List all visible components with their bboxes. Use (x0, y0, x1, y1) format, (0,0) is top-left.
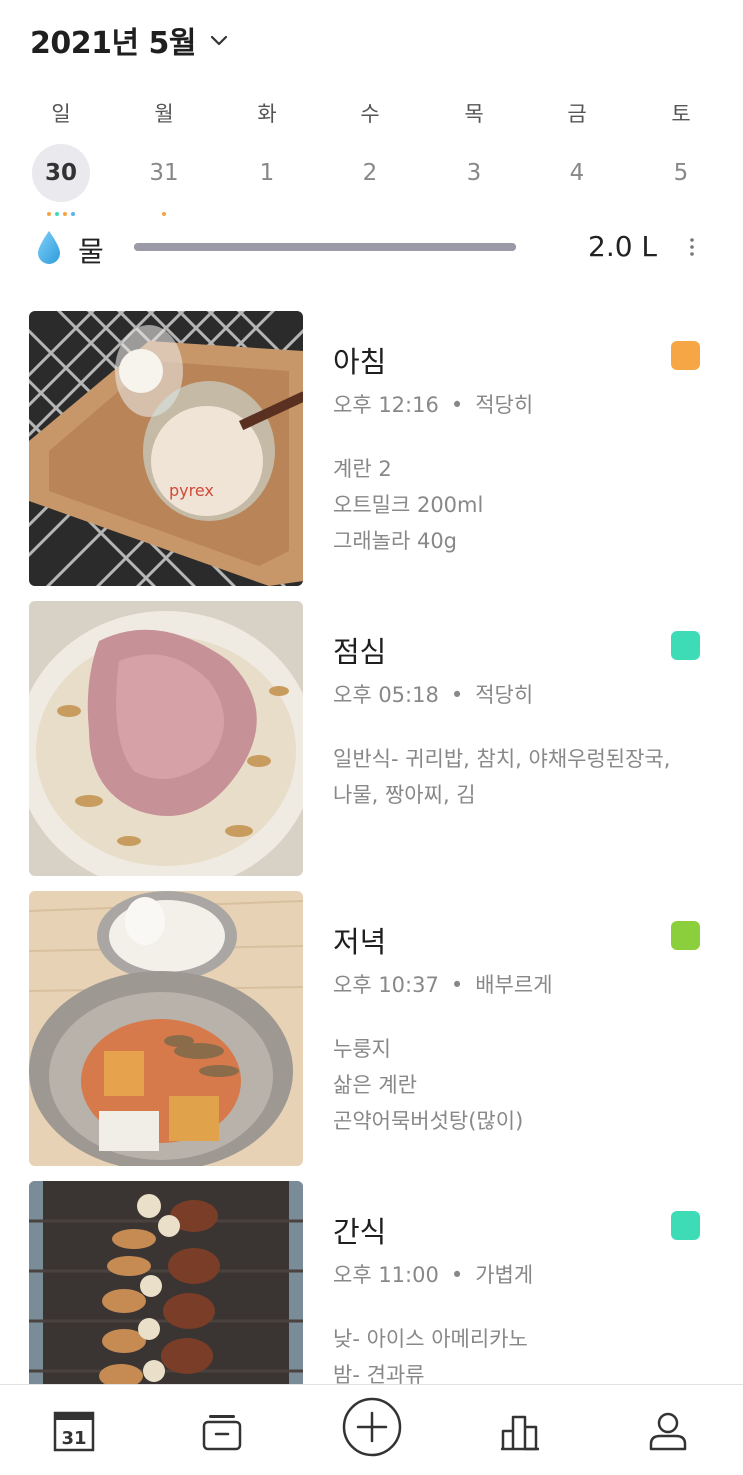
meal-dots (651, 212, 711, 216)
meal-dots (134, 212, 194, 216)
breakfast-photo: pyrex (29, 311, 303, 586)
month-title: 2021년 5월 (30, 26, 197, 61)
meal-dots (237, 212, 297, 216)
meal-amount: 적당히 (475, 683, 534, 707)
meal-notes: 계란 2 오트밀크 200ml 그래놀라 40g (333, 457, 484, 553)
day-of-week-label: 목 (464, 102, 484, 126)
day-number[interactable]: 31 (135, 144, 193, 202)
meal-amount: 가볍게 (475, 1263, 534, 1287)
day-of-week-label: 수 (360, 102, 380, 126)
day-column[interactable]: 토5 (651, 96, 711, 216)
day-number[interactable]: 30 (32, 144, 90, 202)
water-tracker: 물 2.0 L (36, 228, 716, 268)
svg-text:pyrex: pyrex (169, 481, 214, 500)
nav-profile[interactable] (640, 1403, 696, 1459)
nav-add[interactable] (342, 1397, 402, 1457)
water-progress-bar[interactable] (134, 243, 516, 251)
meal-dot (71, 212, 75, 216)
meal-dots (444, 212, 504, 216)
meal-dots (31, 212, 91, 216)
calendar-icon: 31 (53, 1411, 95, 1452)
lunch-photo (29, 601, 303, 876)
meal-time: 오후 11:00 (333, 1263, 439, 1287)
water-progress-fill (134, 243, 516, 251)
meal-color-tag (671, 921, 700, 950)
day-of-week-label: 화 (257, 102, 277, 126)
add-icon (342, 1397, 402, 1457)
water-amount: 2.0 L (588, 230, 658, 263)
meal-time: 오후 05:18 (333, 683, 439, 707)
meal-meta: 오후 12:16 • 적당히 (333, 393, 534, 417)
archive-icon (202, 1415, 242, 1451)
nav-archive[interactable] (194, 1403, 250, 1459)
day-column[interactable]: 월 31 (134, 96, 194, 216)
water-label: 물 (78, 235, 104, 268)
profile-icon (649, 1412, 687, 1451)
day-column[interactable]: 수2 (340, 96, 400, 216)
meal-card-lunch[interactable]: 점심 오후 05:18 • 적당히 일반식- 귀리밥, 참치, 야채우렁된장국, 나… (0, 601, 743, 876)
meal-color-tag (671, 631, 700, 660)
meal-title: 저녁 (333, 925, 387, 959)
bottom-nav: 31 (0, 1384, 743, 1475)
water-drop-icon (38, 231, 60, 264)
meal-color-tag (671, 341, 700, 370)
day-column[interactable]: 일 30 (31, 96, 91, 216)
meal-dot (55, 212, 59, 216)
meal-card-dinner[interactable]: 저녁 오후 10:37 • 배부르게 누룽지 삶은 계란 곤약어묵버섯탕(많이) (0, 891, 743, 1166)
meal-dots (340, 212, 400, 216)
more-vertical-icon[interactable] (682, 232, 702, 262)
meal-dot (162, 212, 166, 216)
day-number[interactable]: 1 (238, 144, 296, 202)
meal-amount: 적당히 (475, 393, 534, 417)
meal-notes: 낮- 아이스 아메리카노 밤- 견과류 (333, 1327, 528, 1387)
meal-card-breakfast[interactable]: pyrex 아침 오후 12:16 • 적당히 계란 2 오트밀크 200ml 그래… (0, 311, 743, 586)
day-number[interactable]: 3 (445, 144, 503, 202)
meal-time: 오후 10:37 (333, 973, 439, 997)
meal-meta: 오후 11:00 • 가볍게 (333, 1263, 534, 1287)
day-number[interactable]: 2 (341, 144, 399, 202)
day-column[interactable]: 목3 (444, 96, 504, 216)
day-number[interactable]: 5 (652, 144, 710, 202)
day-of-week-label: 토 (671, 102, 691, 126)
meal-dots (547, 212, 607, 216)
day-column[interactable]: 화1 (237, 96, 297, 216)
nav-stats[interactable] (492, 1403, 548, 1459)
calendar-day-number: 31 (61, 1428, 86, 1449)
meal-dot (47, 212, 51, 216)
nav-calendar[interactable]: 31 (46, 1403, 102, 1459)
chevron-down-icon (210, 35, 228, 46)
meal-notes: 누룽지 삶은 계란 곤약어묵버섯탕(많이) (333, 1037, 524, 1133)
meal-title: 점심 (333, 635, 387, 669)
meal-meta: 오후 10:37 • 배부르게 (333, 973, 553, 997)
meal-notes: 일반식- 귀리밥, 참치, 야채우렁된장국, 나물, 짱아찌, 김 (333, 747, 671, 807)
month-selector[interactable]: 2021년 5월 (30, 18, 230, 62)
day-column[interactable]: 금4 (547, 96, 607, 216)
day-of-week-label: 월 (154, 102, 174, 126)
stats-icon (501, 1415, 539, 1451)
meal-meta: 오후 05:18 • 적당히 (333, 683, 534, 707)
day-of-week-label: 금 (567, 102, 587, 126)
dinner-photo (29, 891, 303, 1166)
meal-amount: 배부르게 (475, 973, 553, 997)
day-number[interactable]: 4 (548, 144, 606, 202)
meal-dot (63, 212, 67, 216)
meal-title: 아침 (333, 345, 387, 379)
meal-time: 오후 12:16 (333, 393, 439, 417)
meal-color-tag (671, 1211, 700, 1240)
day-of-week-label: 일 (51, 102, 71, 126)
meal-title: 간식 (333, 1215, 387, 1249)
